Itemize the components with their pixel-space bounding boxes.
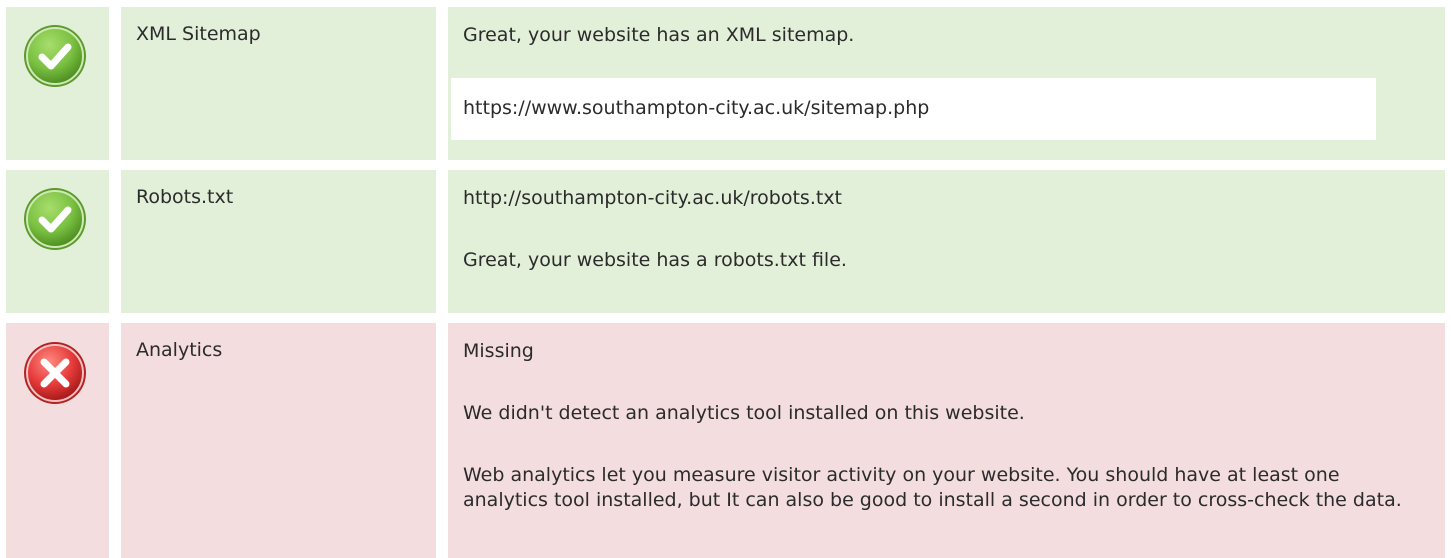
check-circle-icon <box>22 23 88 89</box>
check-label-cell: Robots.txt <box>121 170 436 313</box>
seo-report-table: XML Sitemap Great, your website has an X… <box>0 0 1451 558</box>
cross-circle-icon <box>22 340 88 406</box>
result-message: Great, your website has a robots.txt fil… <box>463 249 847 271</box>
check-label-cell: XML Sitemap <box>121 7 436 160</box>
check-label: Analytics <box>136 339 223 361</box>
check-circle-icon <box>22 186 88 252</box>
result-message: Great, your website has an XML sitemap. <box>463 24 855 46</box>
check-result-cell: Missing We didn't detect an analytics to… <box>448 323 1445 558</box>
status-cell <box>6 7 109 160</box>
status-cell <box>6 323 109 558</box>
result-advice: Web analytics let you measure visitor ac… <box>463 464 1402 511</box>
check-result-cell: Great, your website has an XML sitemap. … <box>448 7 1445 160</box>
report-row-analytics: Analytics Missing We didn't detect an an… <box>0 323 1451 558</box>
report-row-robots-txt: Robots.txt http://southampton-city.ac.uk… <box>0 170 1451 313</box>
status-cell <box>6 170 109 313</box>
check-label: XML Sitemap <box>136 23 261 45</box>
result-message: We didn't detect an analytics tool insta… <box>463 402 1025 424</box>
report-row-xml-sitemap: XML Sitemap Great, your website has an X… <box>0 7 1451 160</box>
check-label-cell: Analytics <box>121 323 436 558</box>
sitemap-url: https://www.southampton-city.ac.uk/sitem… <box>451 78 1376 140</box>
check-result-cell: http://southampton-city.ac.uk/robots.txt… <box>448 170 1445 313</box>
result-status: Missing <box>463 340 534 362</box>
robots-url: http://southampton-city.ac.uk/robots.txt <box>463 187 843 209</box>
check-label: Robots.txt <box>136 186 234 208</box>
